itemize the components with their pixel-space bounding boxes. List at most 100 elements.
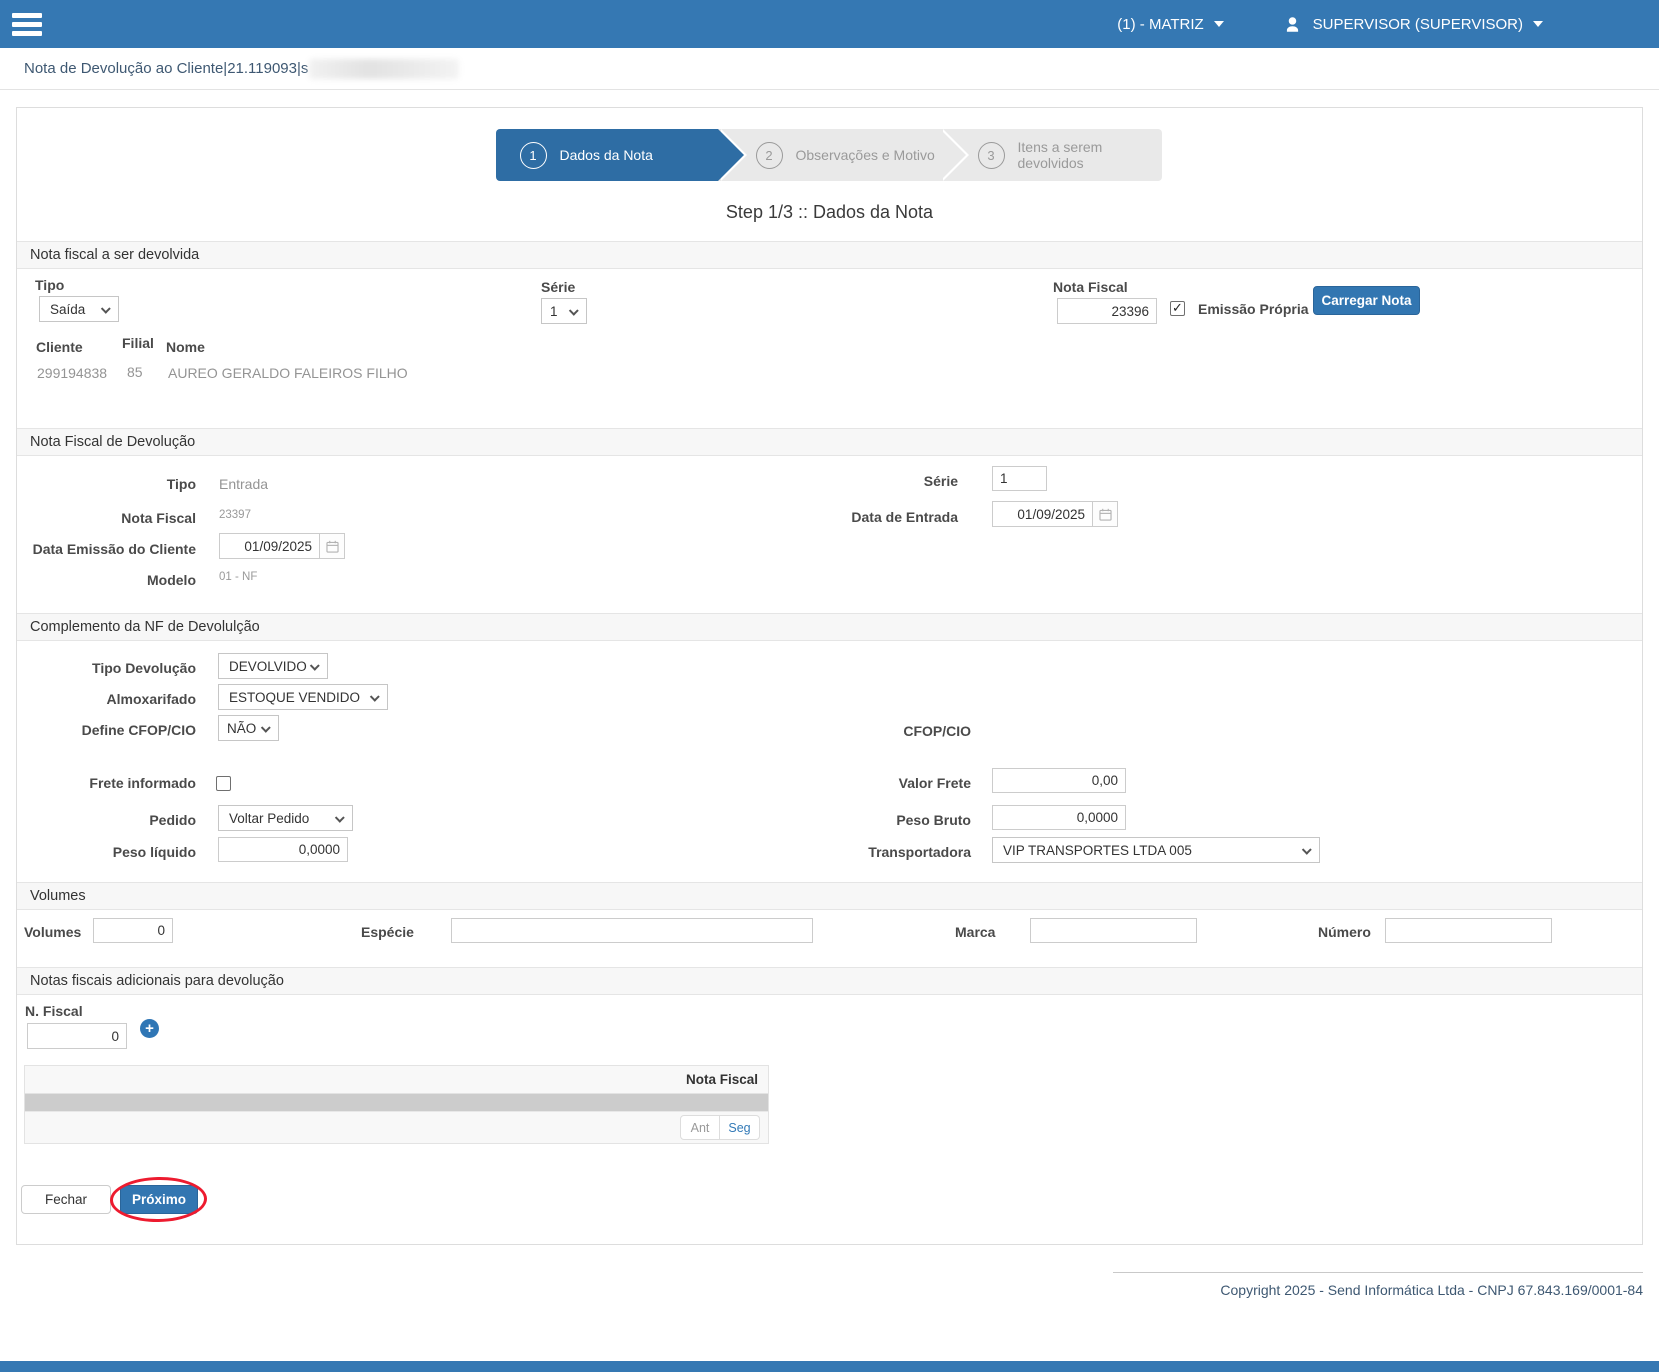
section-title: Nota Fiscal de Devolução <box>17 428 1642 456</box>
nota-fiscal-input[interactable] <box>1057 298 1157 324</box>
nota-fiscal-label: Nota Fiscal <box>1053 279 1128 295</box>
wizard-step-observacoes-e-motivo[interactable]: 2 Observações e Motivo <box>718 129 940 181</box>
bottom-blue-bar <box>0 1361 1659 1372</box>
peso-bruto-label: Peso Bruto <box>717 812 971 828</box>
transportadora-select-value: VIP TRANSPORTES LTDA 005 <box>1003 843 1192 858</box>
frete-informado-checkbox[interactable] <box>216 776 231 791</box>
marca-input[interactable] <box>1030 918 1197 943</box>
chevron-down-icon <box>1533 21 1543 27</box>
footer-copyright: Copyright 2025 - Send Informática Ltda -… <box>1113 1272 1643 1298</box>
step-wizard: 1 Dados da Nota 2 Observações e Motivo 3… <box>496 129 1164 181</box>
step-number-badge: 2 <box>756 142 783 169</box>
main-panel: 1 Dados da Nota 2 Observações e Motivo 3… <box>16 107 1643 1245</box>
calendar-icon[interactable] <box>1092 501 1118 527</box>
wizard-step-itens-a-serem-devolvidos[interactable]: 3 Itens a serem devolvidos <box>940 129 1162 181</box>
tipo-devolucao-select-value: DEVOLVIDO <box>229 659 307 674</box>
volumes-input[interactable] <box>93 918 173 943</box>
valor-frete-input[interactable] <box>992 768 1126 793</box>
define-cfop-label: Define CFOP/CIO <box>17 722 196 738</box>
chevron-down-icon <box>1302 844 1312 854</box>
chevron-down-icon <box>569 305 579 315</box>
section-title: Volumes <box>17 882 1642 910</box>
transportadora-select[interactable]: VIP TRANSPORTES LTDA 005 <box>992 837 1320 863</box>
n-fiscal-label: N. Fiscal <box>25 1003 83 1019</box>
pagination-prev-button[interactable]: Ant <box>680 1115 720 1140</box>
tipo-select[interactable]: Saída <box>39 296 119 322</box>
peso-liquido-label: Peso líquido <box>17 844 196 860</box>
nome-label: Nome <box>166 339 205 355</box>
table-empty-row <box>25 1094 768 1111</box>
especie-label: Espécie <box>361 924 414 940</box>
chevron-down-icon <box>335 812 345 822</box>
fechar-button[interactable]: Fechar <box>21 1185 111 1214</box>
branch-selector[interactable]: (1) - MATRIZ <box>1117 16 1223 33</box>
chevron-down-icon <box>370 691 380 701</box>
cliente-label: Cliente <box>36 339 83 355</box>
chevron-down-icon <box>1214 21 1224 27</box>
peso-bruto-input[interactable] <box>992 805 1126 830</box>
nota-fiscal-value: 23397 <box>219 509 251 521</box>
almoxarifado-label: Almoxarifado <box>17 691 196 707</box>
page-title-bar: Nota de Devolução ao Cliente|21.119093|s <box>0 48 1659 90</box>
tipo-select-value: Saída <box>50 302 85 317</box>
hamburger-menu-icon[interactable] <box>12 13 42 36</box>
pedido-select-value: Voltar Pedido <box>229 811 309 826</box>
step-label: Itens a serem devolvidos <box>1018 139 1162 171</box>
serie-label: Série <box>541 279 575 295</box>
top-navbar: (1) - MATRIZ SUPERVISOR (SUPERVISOR) <box>0 0 1659 48</box>
pagination-next-button[interactable]: Seg <box>720 1115 760 1140</box>
chevron-down-icon <box>261 722 271 732</box>
carregar-nota-button[interactable]: Carregar Nota <box>1313 286 1420 315</box>
form-actions: Fechar Próximo <box>21 1185 1642 1214</box>
branch-label: (1) - MATRIZ <box>1117 16 1203 33</box>
marca-label: Marca <box>955 924 995 940</box>
section-volumes: Volumes Volumes Espécie Marca Número <box>17 882 1642 958</box>
data-entrada-label: Data de Entrada <box>777 509 958 525</box>
cliente-value: 299194838 <box>37 365 107 381</box>
modelo-value: 01 - NF <box>219 571 257 583</box>
almoxarifado-select[interactable]: ESTOQUE VENDIDO <box>218 684 388 710</box>
pedido-select[interactable]: Voltar Pedido <box>218 805 353 831</box>
serie-select-value: 1 <box>550 304 558 319</box>
nome-value: AUREO GERALDO FALEIROS FILHO <box>168 365 408 381</box>
section-nota-fiscal-a-ser-devolvida: Nota fiscal a ser devolvida Tipo Saída S… <box>17 241 1642 419</box>
step-label: Observações e Motivo <box>796 147 935 163</box>
section-notas-fiscais-adicionais: Notas fiscais adicionais para devolução … <box>17 967 1642 1165</box>
volumes-label: Volumes <box>24 924 81 940</box>
page-title: Nota de Devolução ao Cliente|21.119093|s <box>24 60 308 77</box>
tipo-devolucao-select[interactable]: DEVOLVIDO <box>218 653 328 679</box>
add-nota-fiscal-button[interactable]: + <box>140 1019 159 1038</box>
define-cfop-select[interactable]: NÃO <box>218 715 279 741</box>
emissao-propria-checkbox[interactable] <box>1170 301 1185 316</box>
proximo-button[interactable]: Próximo <box>120 1185 198 1214</box>
step-number-badge: 1 <box>520 142 547 169</box>
section-complemento-nf-devolucao: Complemento da NF de Devolulção Tipo Dev… <box>17 613 1642 873</box>
data-entrada-input[interactable] <box>992 501 1092 527</box>
tipo-value: Entrada <box>219 476 268 492</box>
peso-liquido-input[interactable] <box>218 837 348 862</box>
step-heading: Step 1/3 :: Dados da Nota <box>17 202 1642 227</box>
redacted-text-blur <box>309 59 459 79</box>
user-menu[interactable]: SUPERVISOR (SUPERVISOR) <box>1282 14 1543 35</box>
n-fiscal-input[interactable] <box>27 1023 127 1049</box>
wizard-step-dados-da-nota[interactable]: 1 Dados da Nota <box>496 129 718 181</box>
data-emissao-cliente-input[interactable] <box>219 533 319 559</box>
user-label: SUPERVISOR (SUPERVISOR) <box>1313 16 1523 33</box>
numero-input[interactable] <box>1385 918 1552 943</box>
almoxarifado-select-value: ESTOQUE VENDIDO <box>229 690 360 705</box>
calendar-icon[interactable] <box>319 533 345 559</box>
table-header-nota-fiscal: Nota Fiscal <box>25 1066 768 1094</box>
serie-label: Série <box>777 473 958 489</box>
serie-input[interactable] <box>992 466 1047 491</box>
numero-label: Número <box>1318 924 1371 940</box>
emissao-propria-label: Emissão Própria <box>1198 301 1309 317</box>
modelo-label: Modelo <box>17 572 196 588</box>
notas-adicionais-table: Nota Fiscal Ant Seg <box>24 1065 769 1144</box>
section-title: Complemento da NF de Devolulção <box>17 613 1642 641</box>
nota-fiscal-label: Nota Fiscal <box>17 510 196 526</box>
transportadora-label: Transportadora <box>717 844 971 860</box>
section-nota-fiscal-de-devolucao: Nota Fiscal de Devolução Tipo Entrada No… <box>17 428 1642 604</box>
especie-input[interactable] <box>451 918 813 943</box>
serie-select[interactable]: 1 <box>541 298 587 324</box>
data-entrada-field <box>992 501 1118 527</box>
